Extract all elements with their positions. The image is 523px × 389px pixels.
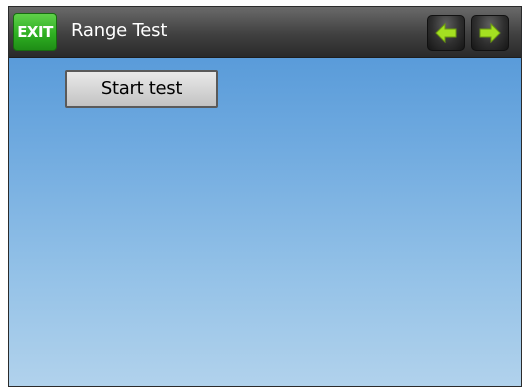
start-test-button[interactable]: Start test [65, 70, 218, 108]
next-page-button[interactable] [471, 15, 509, 51]
range-test-screen: EXIT Range Test Start test [8, 6, 522, 387]
header-bar: EXIT Range Test [9, 7, 521, 58]
arrow-right-icon [479, 22, 501, 44]
exit-button[interactable]: EXIT [13, 13, 57, 51]
page-title: Range Test [71, 20, 168, 41]
previous-page-button[interactable] [427, 15, 465, 51]
arrow-left-icon [435, 22, 457, 44]
